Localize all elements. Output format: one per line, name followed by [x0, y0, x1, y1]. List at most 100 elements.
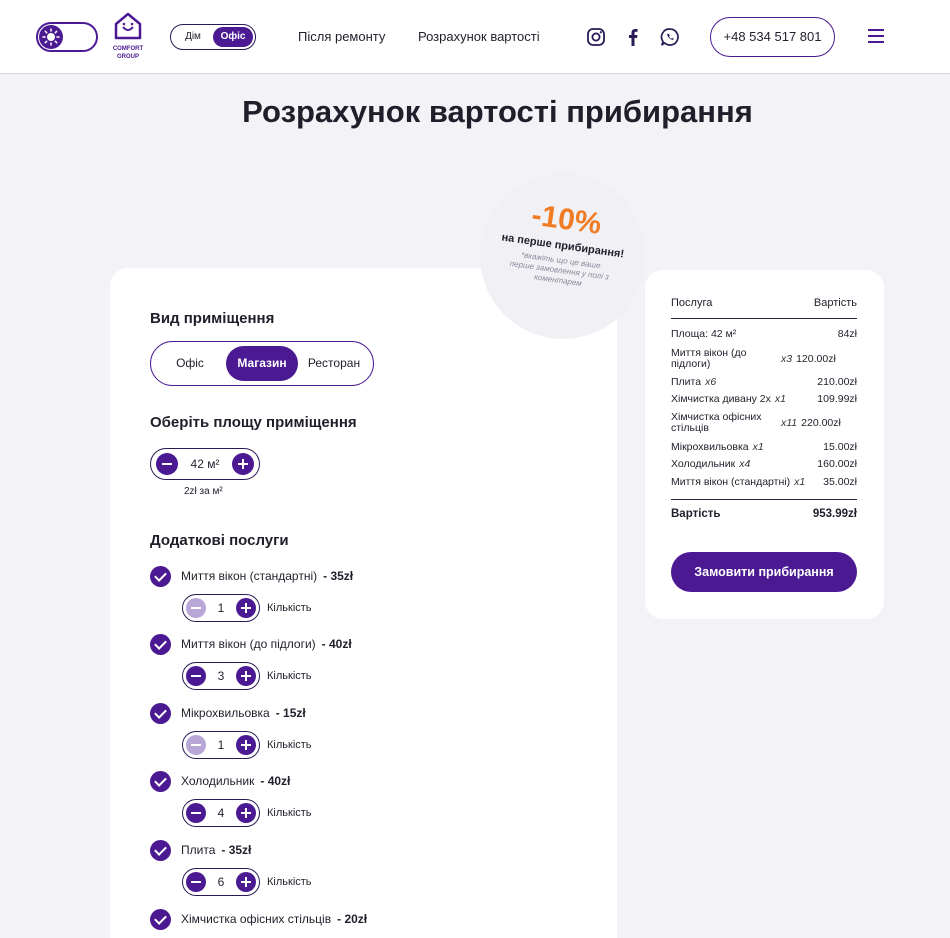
- service-name: Миття вікон (стандартні): [181, 569, 318, 583]
- quantity-increase-button[interactable]: [236, 735, 256, 755]
- summary-row-multiplier: x1: [794, 476, 806, 488]
- quantity-decrease-button[interactable]: [186, 803, 206, 823]
- service-item[interactable]: Мікрохвильовка - 15zł: [150, 702, 306, 724]
- hamburger-icon[interactable]: [868, 29, 884, 43]
- service-item[interactable]: Плита - 35zł: [150, 839, 251, 861]
- room-type-office[interactable]: Офіс: [154, 346, 226, 381]
- quantity-stepper: 4: [182, 799, 260, 827]
- quantity-row: 4 Кількість: [182, 799, 312, 827]
- order-cleaning-button[interactable]: Замовити прибирання: [671, 552, 857, 592]
- quantity-value: 4: [217, 806, 225, 820]
- summary-row-amount: 35.00zł: [823, 476, 857, 488]
- toggle-option-home[interactable]: Дім: [173, 27, 213, 47]
- nav-link-cost-calculation[interactable]: Розрахунок вартості: [418, 29, 540, 44]
- summary-col-service: Послуга: [671, 297, 713, 309]
- room-type-restaurant[interactable]: Ресторан: [298, 346, 370, 381]
- instagram-icon[interactable]: [586, 27, 606, 47]
- theme-toggle[interactable]: [36, 22, 98, 52]
- quantity-stepper: 6: [182, 868, 260, 896]
- service-price: - 40zł: [260, 774, 291, 788]
- service-name: Плита: [181, 843, 216, 857]
- service-name: Хімчистка офісних стільців: [181, 912, 332, 926]
- service-item[interactable]: Миття вікон (стандартні) - 35zł: [150, 565, 353, 587]
- quantity-increase-button[interactable]: [236, 872, 256, 892]
- quantity-row: 1 Кількість: [182, 594, 312, 622]
- summary-row: Плита x6 210.00zł: [671, 377, 857, 388]
- summary-row: Площа: 42 м² 84zł: [671, 329, 857, 340]
- summary-row-amount: 109.99zł: [817, 393, 857, 405]
- quantity-decrease-button[interactable]: [186, 598, 206, 618]
- quantity-decrease-button[interactable]: [186, 666, 206, 686]
- area-title: Оберіть площу приміщення: [150, 414, 357, 431]
- logo-text-line1: COMFORT: [112, 46, 144, 52]
- summary-row-name: Холодильник: [671, 458, 736, 470]
- summary-row-multiplier: x4: [739, 458, 751, 470]
- area-value: 42 м²: [190, 457, 220, 471]
- service-name: Мікрохвильовка: [181, 706, 270, 720]
- summary-total-value: 953.99zł: [812, 508, 857, 520]
- toggle-option-office[interactable]: Офіс: [213, 27, 253, 47]
- summary-row-multiplier: x6: [705, 376, 717, 388]
- quantity-value: 1: [217, 738, 225, 752]
- checkbox-checked[interactable]: [150, 908, 171, 930]
- quantity-increase-button[interactable]: [236, 803, 256, 823]
- quantity-increase-button[interactable]: [236, 598, 256, 618]
- checkbox-checked[interactable]: [150, 633, 171, 655]
- checkbox-checked[interactable]: [150, 839, 171, 861]
- quantity-decrease-button[interactable]: [186, 735, 206, 755]
- quantity-label: Кількість: [267, 807, 312, 819]
- quantity-label: Кількість: [267, 876, 312, 888]
- summary-row-name: Мікрохвильовка: [671, 441, 749, 453]
- quantity-value: 3: [217, 669, 225, 683]
- summary-row-name: Миття вікон (до підлоги): [671, 347, 747, 370]
- summary-total-label: Вартість: [671, 508, 721, 520]
- quantity-label: Кількість: [267, 670, 312, 682]
- nav-link-after-renovation[interactable]: Після ремонту: [298, 29, 385, 44]
- checkbox-checked[interactable]: [150, 702, 171, 724]
- calculator-card: Вид приміщення Офіс Магазин Ресторан Обе…: [110, 268, 617, 938]
- service-item[interactable]: Миття вікон (до підлоги) - 40zł: [150, 633, 352, 655]
- quantity-row: 3 Кількість: [182, 662, 312, 690]
- logo-text-line2: GROUP: [116, 54, 139, 60]
- summary-row-name: Хімчистка дивану 2х: [671, 393, 771, 405]
- summary-row-amount: 160.00zł: [817, 458, 857, 470]
- summary-total: Вартість 953.99zł: [671, 508, 857, 520]
- discount-badge: -10% на перше прибирання! *вкажіть що це…: [480, 173, 646, 339]
- phone-button[interactable]: +48 534 517 801: [710, 17, 835, 57]
- page-title: Розрахунок вартості прибирання: [242, 94, 753, 129]
- summary-card: Послуга Вартість Площа: 42 м² 84zł Миття…: [645, 270, 884, 619]
- quantity-label: Кількість: [267, 739, 312, 751]
- service-price: - 35zł: [221, 843, 252, 857]
- summary-row-multiplier: x3: [781, 352, 793, 365]
- service-item[interactable]: Хімчистка офісних стільців - 20zł: [150, 908, 367, 930]
- area-increase-button[interactable]: [232, 453, 254, 475]
- checkbox-checked[interactable]: [150, 565, 171, 587]
- room-type-selector[interactable]: Офіс Магазин Ресторан: [150, 341, 374, 386]
- area-decrease-button[interactable]: [156, 453, 178, 475]
- service-price: - 35zł: [323, 569, 354, 583]
- summary-row-multiplier: x1: [774, 393, 786, 405]
- service-price: - 15zł: [275, 706, 306, 720]
- sun-icon: [39, 25, 63, 49]
- room-type-shop[interactable]: Магазин: [226, 346, 298, 381]
- room-type-title: Вид приміщення: [150, 310, 275, 327]
- summary-row: Хімчистка офісних стільців x11 220.00zł: [671, 412, 857, 434]
- quantity-label: Кількість: [267, 602, 312, 614]
- home-office-toggle[interactable]: Дім Офіс: [170, 24, 256, 50]
- area-stepper: 42 м²: [150, 448, 260, 480]
- summary-row-multiplier: x1: [752, 441, 764, 453]
- summary-row-multiplier: x11: [781, 416, 798, 429]
- company-logo[interactable]: COMFORT GROUP: [108, 12, 148, 62]
- quantity-increase-button[interactable]: [236, 666, 256, 686]
- summary-row: Холодильник x4 160.00zł: [671, 459, 857, 470]
- summary-row-name: Миття вікон (стандартні): [671, 476, 791, 488]
- facebook-icon[interactable]: [623, 27, 643, 47]
- quantity-decrease-button[interactable]: [186, 872, 206, 892]
- service-price: - 20zł: [337, 912, 368, 926]
- service-price: - 40zł: [321, 637, 352, 651]
- checkbox-checked[interactable]: [150, 770, 171, 792]
- house-logo-icon: [114, 12, 142, 40]
- whatsapp-icon[interactable]: [660, 27, 680, 47]
- summary-row-amount: 120.00zł: [796, 352, 836, 365]
- service-item[interactable]: Холодильник - 40zł: [150, 770, 290, 792]
